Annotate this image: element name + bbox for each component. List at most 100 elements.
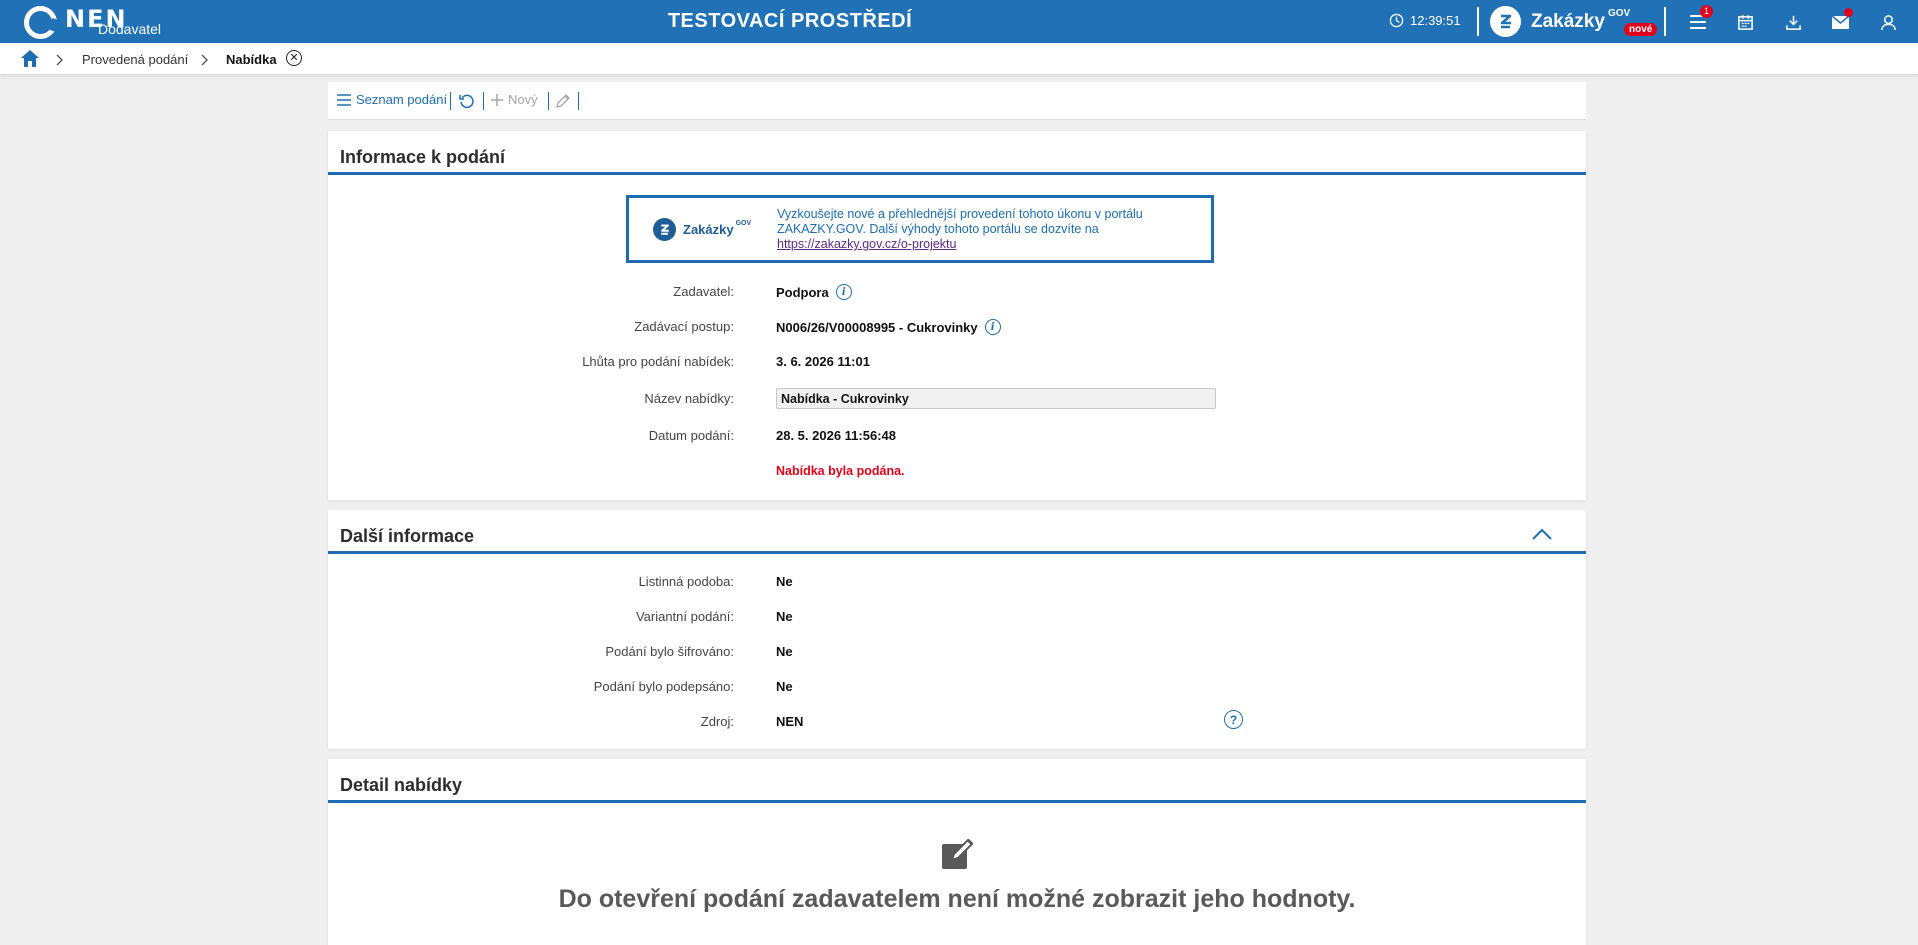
field-value: Ne: [776, 574, 793, 589]
calendar-button[interactable]: [1733, 10, 1757, 34]
promo-name: Zakázky: [683, 222, 734, 237]
more-info-panel: Další informace Listinná podoba: Ne Vari…: [328, 510, 1586, 749]
clock-time: 12:39:51: [1410, 13, 1461, 28]
field-listinna-podoba: Listinná podoba: Ne: [328, 572, 1586, 592]
field-value: Podpora i: [776, 284, 852, 300]
postup-value: N006/26/V00008995 - Cukrovinky: [776, 319, 978, 335]
calendar-icon: [1737, 14, 1753, 30]
user-button[interactable]: [1876, 10, 1900, 34]
plus-icon: [491, 93, 503, 106]
field-datum-podani: Datum podání: 28. 5. 2026 11:56:48: [328, 426, 1586, 446]
field-label: Zadávací postup:: [634, 319, 734, 334]
top-bar: NEN Dodavatel TESTOVACÍ PROSTŘEDÍ 12:39:…: [0, 0, 1918, 43]
submission-info-panel: Informace k podání Zakázky GOV Vyzkoušej…: [328, 131, 1586, 500]
edit-button[interactable]: [555, 93, 571, 109]
zakazky-label: Zakázky: [1531, 10, 1605, 32]
zadavatel-value: Podpora: [776, 284, 829, 300]
lhuta-value: 3. 6. 2026 11:01: [776, 354, 870, 369]
field-label: Datum podání:: [648, 428, 734, 443]
menu-badge: 1: [1700, 5, 1713, 18]
zakazky-gov-label: GOV: [1607, 8, 1631, 19]
field-label: Lhůta pro podání nabídek:: [582, 354, 734, 369]
field-zadavaci-postup: Zadávací postup: N006/26/V00008995 - Cuk…: [328, 317, 1586, 337]
field-value: N006/26/V00008995 - Cukrovinky i: [776, 319, 1001, 335]
panel-title: Další informace: [340, 526, 475, 546]
toolbar-divider: [450, 92, 451, 110]
info-icon[interactable]: i: [984, 319, 1001, 335]
home-icon: [21, 50, 39, 67]
toolbar-divider: [548, 92, 549, 110]
panel-title: Detail nabídky: [328, 759, 1586, 803]
refresh-icon: [459, 94, 474, 109]
field-label: Variantní podání:: [635, 609, 734, 624]
zakazky-promo-logo: Zakázky GOV: [653, 218, 751, 241]
field-label: Listinná podoba:: [638, 574, 734, 589]
info-icon[interactable]: i: [835, 284, 852, 300]
field-variantni-podani: Variantní podání: Ne: [328, 607, 1586, 627]
promo-text-block: Vyzkoušejte nové a přehlednější proveden…: [777, 207, 1197, 252]
field-nazev-nabidky: Název nabídky: Nabídka - Cukrovinky: [328, 388, 1586, 409]
field-value: Ne: [776, 609, 793, 624]
panel-header: Další informace: [328, 510, 1586, 554]
breadcrumb-provedena-podani[interactable]: Provedená podání: [82, 52, 188, 67]
unread-dot: [1844, 8, 1853, 17]
promo-link[interactable]: https://zakazky.gov.cz/o-projektu: [777, 237, 956, 251]
promo-gov: GOV: [735, 220, 752, 227]
field-zdroj: Zdroj: NEN ?: [328, 710, 1586, 732]
toolbar-divider: [483, 92, 484, 110]
field-label: Zdroj:: [700, 714, 734, 729]
zakazky-logo-icon: [653, 218, 676, 241]
field-sifrovano: Podání bylo šifrováno: Ne: [328, 642, 1586, 662]
list-icon: [337, 93, 351, 106]
zakazky-gov-link[interactable]: Zakázky GOV nové: [1490, 6, 1658, 37]
user-icon: [1880, 14, 1896, 30]
hidden-values-message: Do otevření podání zadavatelem není možn…: [558, 885, 1356, 913]
field-label: Podání bylo šifrováno:: [605, 644, 734, 659]
field-value: NEN: [776, 714, 804, 729]
submission-list-label: Seznam podání: [356, 92, 448, 107]
status-row: Nabídka byla podána.: [328, 462, 1586, 482]
download-button[interactable]: [1781, 10, 1805, 34]
messages-button[interactable]: [1828, 8, 1853, 34]
field-label: Název nabídky:: [644, 391, 734, 406]
pencil-icon: [556, 94, 570, 108]
field-value: Ne: [776, 679, 793, 694]
field-label: Podání bylo podepsáno:: [593, 679, 734, 694]
breadcrumb: Provedená podání Nabídka ✕: [0, 43, 1918, 75]
offer-name-field[interactable]: Nabídka - Cukrovinky: [776, 388, 1216, 409]
menu-button[interactable]: 1: [1686, 5, 1713, 34]
field-podepsano: Podání bylo podepsáno: Ne: [328, 677, 1586, 697]
header-divider: [1664, 7, 1666, 36]
close-tab-button[interactable]: ✕: [286, 50, 302, 66]
header-divider: [1477, 7, 1479, 36]
field-lhuta: Lhůta pro podání nabídek: 3. 6. 2026 11:…: [328, 352, 1586, 372]
promo-text: Vyzkoušejte nové a přehlednější proveden…: [777, 207, 1143, 236]
refresh-button[interactable]: [459, 93, 475, 109]
new-badge: nové: [1624, 23, 1658, 36]
environment-title: TESTOVACÍ PROSTŘEDÍ: [667, 10, 913, 32]
edit-note-icon: [942, 839, 974, 869]
toolbar-divider: [578, 92, 579, 110]
zakazky-promo-banner: Zakázky GOV Vyzkoušejte nové a přehledně…: [626, 195, 1214, 263]
download-icon: [1785, 15, 1801, 30]
chevron-right-icon: [56, 54, 63, 66]
home-link[interactable]: [20, 49, 40, 73]
chevron-right-icon: [201, 54, 208, 66]
breadcrumb-nabidka: Nabídka: [226, 52, 277, 67]
chevron-up-icon[interactable]: [1532, 528, 1552, 540]
field-zadavatel: Zadavatel: Podpora i: [328, 282, 1586, 302]
panel-title: Informace k podání: [328, 131, 1586, 175]
submission-list-button[interactable]: Seznam podání: [337, 92, 447, 107]
session-clock: 12:39:51: [1389, 13, 1461, 28]
clock-icon: [1389, 13, 1404, 28]
offer-detail-panel: Detail nabídky Do otevření podání zadava…: [328, 759, 1586, 945]
new-button[interactable]: Nový: [491, 92, 538, 107]
field-value: Ne: [776, 644, 793, 659]
field-label: Zadavatel:: [673, 284, 734, 299]
new-label: Nový: [508, 92, 538, 107]
submission-status: Nabídka byla podána.: [776, 464, 905, 478]
zakazky-logo-icon: [1490, 6, 1521, 37]
toolbar: Seznam podání Nový: [328, 82, 1586, 120]
help-icon[interactable]: ?: [1224, 710, 1243, 729]
datum-value: 28. 5. 2026 11:56:48: [776, 428, 896, 443]
